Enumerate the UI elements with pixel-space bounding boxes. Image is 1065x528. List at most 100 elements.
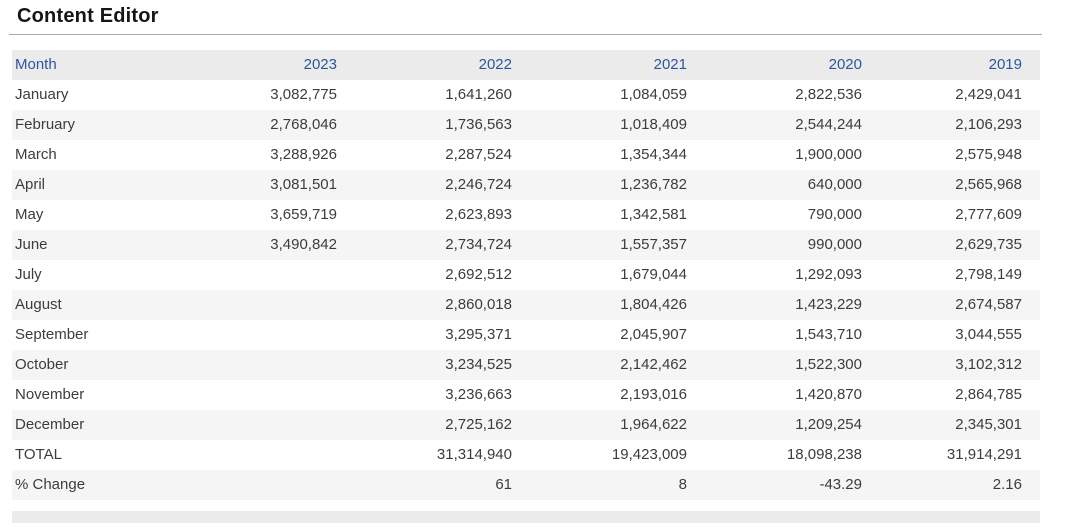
column-header-link-2021[interactable]: 2021 <box>654 56 687 73</box>
value-cell: 31,914,291 <box>882 440 1040 470</box>
table-row: % Change 618-43.292.16 <box>12 470 1040 500</box>
value-cell: 1,084,059 <box>532 80 707 110</box>
value-cell: 3,295,371 <box>357 320 532 350</box>
table-row: April3,081,5012,246,7241,236,782640,0002… <box>12 170 1040 200</box>
column-header-2023: 2023 <box>182 50 357 80</box>
value-cell: 1,736,563 <box>357 110 532 140</box>
value-cell: 2,246,724 <box>357 170 532 200</box>
value-cell: 2,777,609 <box>882 200 1040 230</box>
next-table-header-strip <box>12 511 1040 523</box>
column-header-link-2023[interactable]: 2023 <box>304 56 337 73</box>
value-cell: 1,342,581 <box>532 200 707 230</box>
value-cell: 2,674,587 <box>882 290 1040 320</box>
row-label: June <box>12 230 182 260</box>
page-title: Content Editor <box>9 0 1042 35</box>
value-cell: 1,900,000 <box>707 140 882 170</box>
value-cell: 2,345,301 <box>882 410 1040 440</box>
column-header-month: Month <box>12 50 182 80</box>
table-body: January3,082,7751,641,2601,084,0592,822,… <box>12 80 1040 500</box>
value-cell: 2,860,018 <box>357 290 532 320</box>
row-label: May <box>12 200 182 230</box>
value-cell: 2,629,735 <box>882 230 1040 260</box>
value-cell: 1,641,260 <box>357 80 532 110</box>
column-header-link-2019[interactable]: 2019 <box>989 56 1022 73</box>
value-cell: 1,522,300 <box>707 350 882 380</box>
table-row: February2,768,0461,736,5631,018,4092,544… <box>12 110 1040 140</box>
table-row: November 3,236,6632,193,0161,420,8702,864… <box>12 380 1040 410</box>
value-cell <box>182 380 357 410</box>
table-row: October3,234,5252,142,4621,522,3003,102,… <box>12 350 1040 380</box>
row-label: December <box>12 410 182 440</box>
value-cell: 1,964,622 <box>532 410 707 440</box>
column-header-2020: 2020 <box>707 50 882 80</box>
value-cell: 3,490,842 <box>182 230 357 260</box>
row-label: September <box>12 320 182 350</box>
table-row: September3,295,3712,045,9071,543,7103,04… <box>12 320 1040 350</box>
value-cell: -43.29 <box>707 470 882 500</box>
value-cell: 1,292,093 <box>707 260 882 290</box>
column-header-2019: 2019 <box>882 50 1040 80</box>
value-cell: 2,692,512 <box>357 260 532 290</box>
column-header-link-2020[interactable]: 2020 <box>829 56 862 73</box>
value-cell: 1,209,254 <box>707 410 882 440</box>
row-label: August <box>12 290 182 320</box>
value-cell: 3,236,663 <box>357 380 532 410</box>
value-cell: 2,429,041 <box>882 80 1040 110</box>
value-cell: 18,098,238 <box>707 440 882 470</box>
row-label: November <box>12 380 182 410</box>
table-row: TOTAL31,314,94019,423,00918,098,23831,91… <box>12 440 1040 470</box>
value-cell: 31,314,940 <box>357 440 532 470</box>
monthly-stats-table: Month 2023 2022 2021 2020 2019 January3,082,7… <box>12 50 1040 500</box>
value-cell <box>182 440 357 470</box>
row-label: October <box>12 350 182 380</box>
value-cell: 19,423,009 <box>532 440 707 470</box>
value-cell: 2,798,149 <box>882 260 1040 290</box>
value-cell: 2,768,046 <box>182 110 357 140</box>
table-row: December 2,725,1621,964,6221,209,2542,345… <box>12 410 1040 440</box>
row-label: % Change <box>12 470 182 500</box>
value-cell: 2,193,016 <box>532 380 707 410</box>
row-label: March <box>12 140 182 170</box>
value-cell <box>182 410 357 440</box>
value-cell <box>182 470 357 500</box>
value-cell: 1,679,044 <box>532 260 707 290</box>
row-label: July <box>12 260 182 290</box>
value-cell: 2,734,724 <box>357 230 532 260</box>
value-cell <box>182 320 357 350</box>
value-cell: 2,864,785 <box>882 380 1040 410</box>
value-cell: 2,142,462 <box>532 350 707 380</box>
table-header: Month 2023 2022 2021 2020 2019 <box>12 50 1040 80</box>
column-header-link-2022[interactable]: 2022 <box>479 56 512 73</box>
table-row: March3,288,9262,287,5241,354,3441,900,00… <box>12 140 1040 170</box>
column-header-2022: 2022 <box>357 50 532 80</box>
value-cell: 2,725,162 <box>357 410 532 440</box>
content-area: Content Editor Month 2023 2022 2021 2020 2019… <box>9 0 1042 523</box>
value-cell: 1,543,710 <box>707 320 882 350</box>
table-row: January3,082,7751,641,2601,084,0592,822,… <box>12 80 1040 110</box>
value-cell: 1,354,344 <box>532 140 707 170</box>
value-cell: 3,081,501 <box>182 170 357 200</box>
value-cell: 2,565,968 <box>882 170 1040 200</box>
value-cell: 8 <box>532 470 707 500</box>
value-cell: 1,423,229 <box>707 290 882 320</box>
value-cell: 1,018,409 <box>532 110 707 140</box>
column-header-2021: 2021 <box>532 50 707 80</box>
value-cell: 640,000 <box>707 170 882 200</box>
value-cell: 3,082,775 <box>182 80 357 110</box>
table-row: July 2,692,5121,679,0441,292,0932,798,149 <box>12 260 1040 290</box>
value-cell: 2,623,893 <box>357 200 532 230</box>
value-cell: 2,575,948 <box>882 140 1040 170</box>
value-cell: 2,287,524 <box>357 140 532 170</box>
value-cell: 1,420,870 <box>707 380 882 410</box>
value-cell <box>182 350 357 380</box>
value-cell: 2.16 <box>882 470 1040 500</box>
table-row: August2,860,0181,804,4261,423,2292,674,5… <box>12 290 1040 320</box>
value-cell: 3,102,312 <box>882 350 1040 380</box>
row-label: April <box>12 170 182 200</box>
value-cell: 1,236,782 <box>532 170 707 200</box>
value-cell: 3,044,555 <box>882 320 1040 350</box>
value-cell: 61 <box>357 470 532 500</box>
column-header-link-month[interactable]: Month <box>15 56 57 73</box>
value-cell: 790,000 <box>707 200 882 230</box>
row-label: January <box>12 80 182 110</box>
